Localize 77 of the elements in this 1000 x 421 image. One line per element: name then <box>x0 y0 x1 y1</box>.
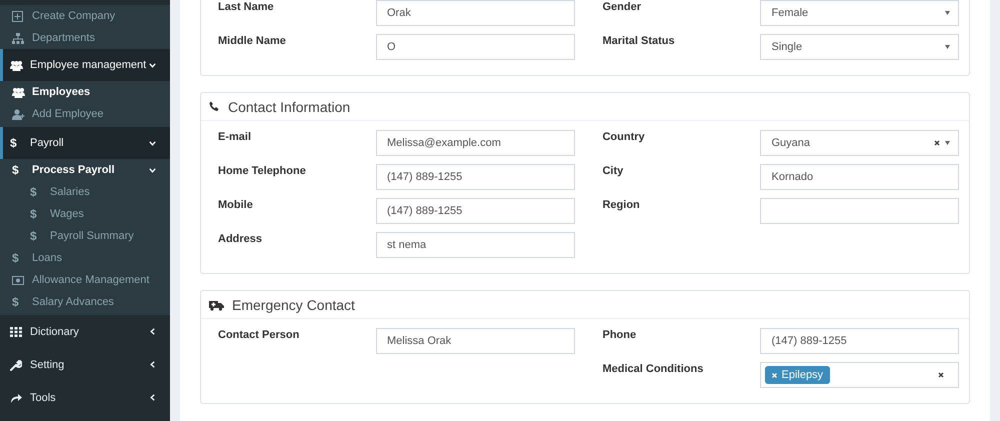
text-field[interactable]: O <box>376 34 575 60</box>
caret-icon <box>945 11 950 15</box>
field-label: Medical Conditions <box>602 362 704 377</box>
users-icon <box>10 60 23 70</box>
text-field[interactable]: Kornado <box>760 164 960 190</box>
sidebar-item[interactable]: $ Process Payroll <box>0 159 170 181</box>
field-label: Middle Name <box>218 34 287 49</box>
select-field[interactable]: Single <box>760 34 960 60</box>
arrow-icon <box>10 392 22 402</box>
sidebar-item[interactable]: Employees <box>0 81 170 103</box>
field-label: City <box>602 164 624 179</box>
tag-chip[interactable]: Epilepsy <box>765 366 830 384</box>
field-label: Gender <box>602 0 642 15</box>
field-label: Mobile <box>218 198 254 213</box>
sitemap-icon <box>12 32 24 44</box>
select-field[interactable]: Guyana <box>760 130 960 156</box>
chevron-left-icon <box>150 328 154 335</box>
dollar-icon: $ <box>30 207 37 221</box>
dollar-icon: $ <box>12 295 19 309</box>
text-field[interactable]: st nema <box>376 232 575 258</box>
text-field[interactable]: Melissa Orak <box>376 328 575 354</box>
panel-title: Contact Information <box>228 98 350 114</box>
sidebar-item[interactable]: $ Salaries <box>0 181 170 203</box>
field-label: Marital Status <box>602 34 676 49</box>
field-label: Home Telephone <box>218 164 307 179</box>
text-field[interactable] <box>760 198 960 224</box>
caret-icon <box>945 45 950 49</box>
field-label: Last Name <box>218 0 275 15</box>
text-field[interactable]: (147) 889-1255 <box>376 164 575 190</box>
sidebar-item[interactable]: $ Wages <box>0 203 170 225</box>
chevron-down-icon <box>148 168 156 172</box>
field-label: Region <box>602 198 641 213</box>
select-field[interactable]: Female <box>760 0 960 26</box>
field-label: Address <box>218 232 264 247</box>
dollar-icon: $ <box>12 163 19 177</box>
users-icon <box>12 86 25 98</box>
text-field[interactable]: Melissa@example.com <box>376 130 575 156</box>
user-add-icon <box>12 108 25 120</box>
field-label: Country <box>602 130 646 145</box>
chevron-left-icon <box>150 394 154 401</box>
grid-icon <box>10 326 22 336</box>
dollar-icon: $ <box>10 136 17 150</box>
sidebar-item[interactable]: $ Loans <box>0 247 170 269</box>
text-field[interactable]: Orak <box>376 0 575 26</box>
menu-item[interactable]: $ Payroll <box>0 127 170 159</box>
ambulance-icon <box>209 298 224 310</box>
menu-item[interactable]: Employee management <box>0 49 170 81</box>
text-field[interactable]: (147) 889-1255 <box>376 198 575 224</box>
caret-icon <box>945 141 950 145</box>
field-label: Contact Person <box>218 328 300 343</box>
remove-icon <box>772 372 778 378</box>
sidebar-item[interactable]: $ Payroll Summary <box>0 225 170 247</box>
sidebar-item[interactable]: Create Company <box>0 5 170 27</box>
menu-item[interactable]: Dictionary <box>0 315 170 348</box>
menu-item[interactable]: Tools <box>0 381 170 414</box>
field-label: Phone <box>602 328 638 343</box>
text-field[interactable]: (147) 889-1255 <box>760 328 960 354</box>
sidebar-item[interactable]: $ Salary Advances <box>0 291 170 313</box>
sidebar-item[interactable]: Departments <box>0 27 170 49</box>
clear-icon <box>938 372 944 378</box>
field-label: E-mail <box>218 130 252 145</box>
dollar-icon: $ <box>30 229 37 243</box>
chevron-down-icon <box>148 62 156 68</box>
banknote-icon <box>12 276 24 284</box>
plus-square-icon <box>12 10 23 22</box>
phone-icon <box>209 101 220 112</box>
sidebar-item[interactable]: Allowance Management <box>0 269 170 291</box>
chevron-left-icon <box>150 361 154 368</box>
chevron-down-icon <box>148 140 156 146</box>
clear-icon <box>934 140 940 146</box>
menu-item[interactable]: Setting <box>0 348 170 381</box>
dollar-icon: $ <box>30 185 37 199</box>
dollar-icon: $ <box>12 251 19 265</box>
tag-field[interactable]: Epilepsy <box>760 362 960 388</box>
sidebar-item[interactable]: Add Employee <box>0 103 170 125</box>
panel-title: Emergency Contact <box>232 296 355 312</box>
wrench-icon <box>10 358 22 370</box>
